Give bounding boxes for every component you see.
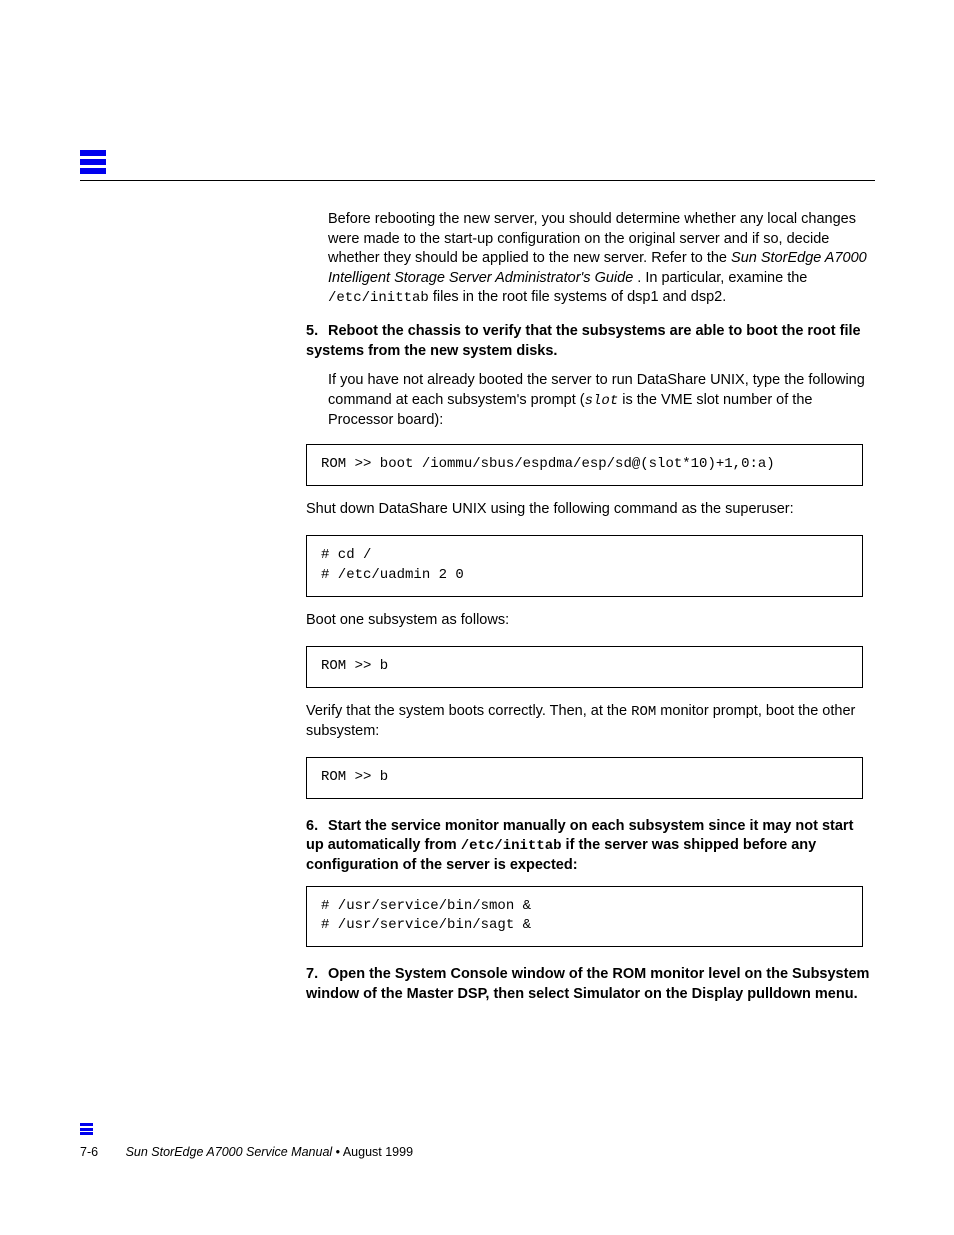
- command-box-uadmin: # cd / # /etc/uadmin 2 0: [306, 535, 863, 596]
- paragraph-intro: Before rebooting the new server, you sho…: [328, 210, 871, 308]
- command-box-smon: # /usr/service/bin/smon & # /usr/service…: [306, 886, 863, 947]
- paragraph-boot-intro: If you have not already booted the serve…: [328, 371, 871, 430]
- hamburger-icon-small: [80, 1123, 93, 1135]
- footer: 7-6 Sun StorEdge A7000 Service Manual • …: [80, 1144, 875, 1161]
- step-6: 6.Start the service monitor manually on …: [306, 817, 871, 876]
- command-box-boot-root: ROM >> boot /iommu/sbus/espdma/esp/sd@(s…: [306, 444, 863, 486]
- hamburger-icon: [80, 150, 106, 174]
- text: . In particular, examine the: [637, 270, 807, 286]
- text: Verify that the system boots correctly. …: [306, 703, 631, 719]
- paragraph-shutdown: Shut down DataShare UNIX using the follo…: [306, 500, 871, 520]
- step-text: Open the System Console window of the RO…: [306, 966, 869, 1002]
- paragraph-boot-one: Boot one subsystem as follows:: [306, 611, 871, 631]
- command-box-b1: ROM >> b: [306, 646, 863, 688]
- inline-code-inittab: /etc/inittab: [461, 838, 562, 854]
- inline-code-slot: slot: [585, 393, 619, 409]
- page-number: 7-6: [80, 1144, 98, 1161]
- step-number: 6.: [306, 817, 328, 837]
- command-box-b2: ROM >> b: [306, 757, 863, 799]
- step-text: Reboot the chassis to verify that the su…: [306, 323, 861, 359]
- footer-title: Sun StorEdge A7000 Service Manual • Augu…: [126, 1144, 413, 1161]
- step-number: 5.: [306, 322, 328, 342]
- inline-code-rom: ROM: [631, 704, 656, 720]
- body-content: Before rebooting the new server, you sho…: [306, 210, 871, 1014]
- path-inittab: /etc/inittab: [328, 290, 429, 306]
- text: files in the root file systems of dsp1 a…: [433, 289, 726, 305]
- top-rule: [80, 180, 875, 181]
- paragraph-verify-boot: Verify that the system boots correctly. …: [306, 702, 871, 741]
- step-5: 5.Reboot the chassis to verify that the …: [306, 322, 871, 361]
- step-7: 7.Open the System Console window of the …: [306, 965, 871, 1004]
- step-number: 7.: [306, 965, 328, 985]
